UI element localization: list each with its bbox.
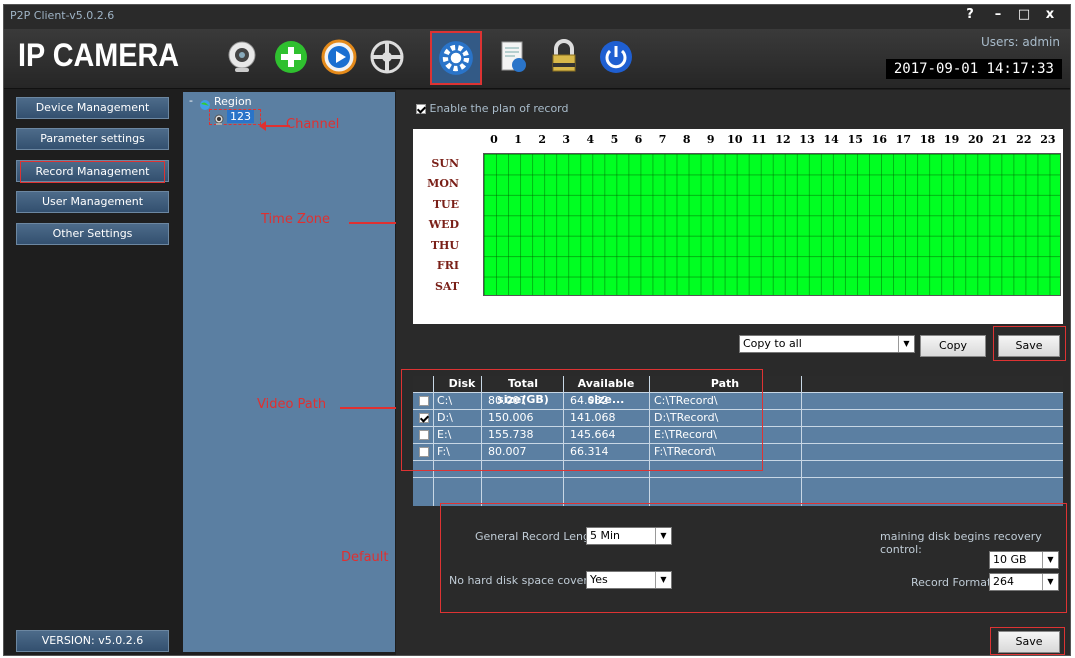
tree-root-region[interactable]: Region [214,95,252,108]
day-label[interactable]: TUE [413,198,463,211]
hour-label[interactable]: 21 [989,133,1011,146]
chevron-down-icon: ▼ [1042,574,1058,590]
power-icon[interactable] [596,37,636,77]
sidebar-item-parameter-settings[interactable]: Parameter settings [16,128,169,150]
app-window: P2P Client-v5.0.2.6 ? – □ x IP CAMERA Us… [3,4,1071,656]
hour-label[interactable]: 23 [1037,133,1059,146]
video-path-highlight [401,369,763,471]
schedule-cells[interactable] [483,153,1061,296]
record-length-select[interactable]: 5 Min ▼ [586,527,672,545]
record-format-label: Record Format: [911,576,995,589]
copy-target-select[interactable]: Copy to all ▼ [739,335,915,353]
close-button[interactable]: x [1040,7,1060,22]
chevron-down-icon: ▼ [655,528,671,544]
annotation-time-zone: Time Zone [261,212,331,227]
sidebar-item-device-management[interactable]: Device Management [16,97,169,119]
current-user: Users: admin [980,35,1060,49]
hour-label[interactable]: 9 [700,133,722,146]
record-schedule-grid: 0 1 2 3 4 5 6 7 8 9 10 11 12 13 14 15 16 17 18 19 20 21 22 23 S… [413,129,1063,324]
enable-record-plan[interactable]: Enable the plan of record [416,102,569,115]
record-settings: General Record Length: 5 Min ▼ No hard d… [444,509,1064,609]
hour-label[interactable]: 6 [628,133,650,146]
ptz-icon[interactable] [367,37,407,77]
tree-channel-item[interactable]: 123 [227,110,254,123]
maximize-button[interactable]: □ [1014,7,1034,22]
day-label[interactable]: SAT [413,280,463,293]
hour-label[interactable]: 4 [579,133,601,146]
hour-label[interactable]: 3 [555,133,577,146]
day-label[interactable]: WED [413,218,463,231]
sidebar: Device Management Parameter settings Rec… [4,90,182,655]
lock-icon[interactable] [544,37,584,77]
title-bar: P2P Client-v5.0.2.6 ? – □ x [4,5,1070,29]
day-label[interactable]: SUN [413,157,463,170]
annotation-channel: Channel [286,117,340,132]
copy-button[interactable]: Copy [920,335,986,357]
settings-icon[interactable] [430,31,482,85]
hour-label[interactable]: 20 [965,133,987,146]
app-logo: IP CAMERA [18,37,180,73]
save-schedule-button[interactable]: Save [998,335,1060,357]
hour-label[interactable]: 22 [1013,133,1035,146]
annotation-arrow [340,407,400,409]
day-label[interactable]: FRI [413,259,463,272]
chevron-down-icon: ▼ [898,336,914,352]
datetime-display: 2017-09-01 14:17:33 [885,59,1062,79]
sidebar-item-record-management[interactable]: Record Management [16,160,169,183]
chevron-down-icon: ▼ [1042,552,1058,568]
tree-collapse-toggle[interactable]: - [189,94,193,107]
record-format-select[interactable]: 264 ▼ [989,573,1059,591]
recovery-size-select[interactable]: 10 GB ▼ [989,551,1059,569]
hour-label[interactable]: 18 [917,133,939,146]
webcam-icon[interactable] [222,37,262,77]
hour-label[interactable]: 8 [676,133,698,146]
chevron-down-icon: ▼ [655,572,671,588]
table-row-empty [413,477,1063,494]
hour-label[interactable]: 11 [748,133,770,146]
help-button[interactable]: ? [960,7,980,22]
hour-label[interactable]: 10 [724,133,746,146]
minimize-button[interactable]: – [988,7,1008,22]
sidebar-item-other-settings[interactable]: Other Settings [16,223,169,245]
window-title: P2P Client-v5.0.2.6 [10,9,115,22]
hour-label[interactable]: 17 [892,133,914,146]
playback-icon[interactable] [319,37,359,77]
hour-label[interactable]: 14 [820,133,842,146]
add-icon[interactable] [271,37,311,77]
hour-label[interactable]: 1 [507,133,529,146]
hour-label[interactable]: 19 [941,133,963,146]
record-management-panel: Enable the plan of record 0 1 2 3 4 5 6 7 8 9 10 11… [396,90,1070,655]
hour-label[interactable]: 15 [844,133,866,146]
hour-label[interactable]: 5 [603,133,625,146]
camera-channel-icon [213,111,225,130]
enable-record-checkbox[interactable] [416,104,426,114]
device-tree: - Region 123 [183,92,395,652]
hour-label[interactable]: 2 [531,133,553,146]
day-label[interactable]: MON [413,177,463,190]
hour-label[interactable]: 13 [796,133,818,146]
hour-label[interactable]: 7 [652,133,674,146]
hour-label[interactable]: 0 [483,133,505,146]
version-label: VERSION: v5.0.2.6 [16,630,169,652]
log-icon[interactable] [493,37,533,77]
hour-label[interactable]: 12 [772,133,794,146]
save-settings-button[interactable]: Save [998,631,1060,653]
hour-label[interactable]: 16 [868,133,890,146]
annotation-video-path: Video Path [257,397,327,412]
annotation-default: Default [341,550,389,565]
sidebar-item-user-management[interactable]: User Management [16,191,169,213]
coverage-select[interactable]: Yes ▼ [586,571,672,589]
header-bar: IP CAMERA Users: admin 2017-09-01 14:17:… [4,29,1070,89]
day-label[interactable]: THU [413,239,463,252]
enable-record-label: Enable the plan of record [429,102,569,115]
